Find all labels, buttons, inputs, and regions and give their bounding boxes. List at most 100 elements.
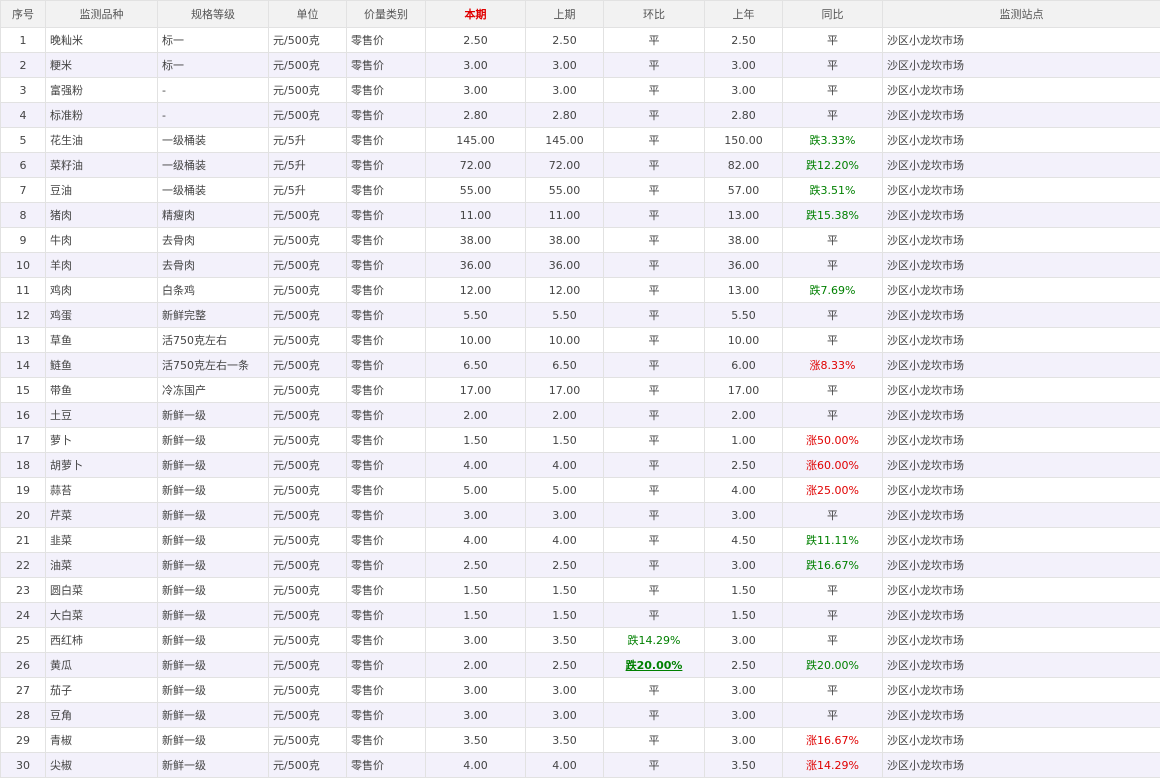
- table-row: 23圆白菜新鲜一级元/500克零售价1.501.50平1.50平沙区小龙坎市场: [1, 578, 1160, 603]
- cell-item: 油菜: [46, 553, 158, 578]
- mom-change: 平: [649, 284, 660, 297]
- cell-yoy: 平: [783, 328, 883, 353]
- table-row: 26黄瓜新鲜一级元/500克零售价2.002.50跌20.00%2.50跌20.…: [1, 653, 1160, 678]
- table-row: 16土豆新鲜一级元/500克零售价2.002.00平2.00平沙区小龙坎市场: [1, 403, 1160, 428]
- cell-yoy: 平: [783, 403, 883, 428]
- cell-site: 沙区小龙坎市场: [883, 628, 1160, 653]
- cell-previous: 1.50: [526, 578, 604, 603]
- cell-spec: 新鲜一级: [158, 478, 269, 503]
- cell-last-year: 2.80: [705, 103, 783, 128]
- cell-price-type: 零售价: [347, 603, 426, 628]
- yoy-change: 涨16.67%: [806, 734, 859, 747]
- cell-spec: 新鲜一级: [158, 403, 269, 428]
- cell-last-year: 3.00: [705, 678, 783, 703]
- table-row: 25西红柿新鲜一级元/500克零售价3.003.50跌14.29%3.00平沙区…: [1, 628, 1160, 653]
- cell-mom: 平: [604, 153, 705, 178]
- cell-previous: 12.00: [526, 278, 604, 303]
- cell-item: 土豆: [46, 403, 158, 428]
- yoy-change: 平: [827, 84, 838, 97]
- cell-last-year: 82.00: [705, 153, 783, 178]
- cell-no: 1: [1, 28, 46, 53]
- cell-yoy: 平: [783, 678, 883, 703]
- cell-item: 富强粉: [46, 78, 158, 103]
- cell-previous: 4.00: [526, 753, 604, 778]
- table-row: 2粳米标一元/500克零售价3.003.00平3.00平沙区小龙坎市场: [1, 53, 1160, 78]
- cell-spec: 新鲜一级: [158, 453, 269, 478]
- cell-item: 青椒: [46, 728, 158, 753]
- cell-mom: 平: [604, 428, 705, 453]
- col-header-mom: 环比: [604, 1, 705, 28]
- cell-site: 沙区小龙坎市场: [883, 403, 1160, 428]
- table-row: 14鲢鱼活750克左右一条元/500克零售价6.506.50平6.00涨8.33…: [1, 353, 1160, 378]
- mom-change: 平: [649, 384, 660, 397]
- table-row: 20芹菜新鲜一级元/500克零售价3.003.00平3.00平沙区小龙坎市场: [1, 503, 1160, 528]
- cell-previous: 5.00: [526, 478, 604, 503]
- cell-mom: 平: [604, 678, 705, 703]
- cell-yoy: 跌20.00%: [783, 653, 883, 678]
- cell-item: 萝卜: [46, 428, 158, 453]
- cell-unit: 元/500克: [269, 403, 347, 428]
- cell-site: 沙区小龙坎市场: [883, 28, 1160, 53]
- cell-no: 6: [1, 153, 46, 178]
- cell-mom: 跌14.29%: [604, 628, 705, 653]
- cell-spec: 新鲜一级: [158, 653, 269, 678]
- cell-last-year: 3.00: [705, 728, 783, 753]
- cell-mom: 平: [604, 128, 705, 153]
- mom-change: 平: [649, 684, 660, 697]
- cell-mom: 平: [604, 753, 705, 778]
- col-header-spec: 规格等级: [158, 1, 269, 28]
- mom-change: 平: [649, 209, 660, 222]
- cell-yoy: 平: [783, 103, 883, 128]
- mom-change: 平: [649, 484, 660, 497]
- cell-price-type: 零售价: [347, 578, 426, 603]
- cell-yoy: 平: [783, 378, 883, 403]
- cell-current: 1.50: [426, 578, 526, 603]
- cell-last-year: 36.00: [705, 253, 783, 278]
- yoy-change: 平: [827, 634, 838, 647]
- cell-last-year: 10.00: [705, 328, 783, 353]
- cell-yoy: 平: [783, 578, 883, 603]
- yoy-change: 涨25.00%: [806, 484, 859, 497]
- cell-unit: 元/500克: [269, 753, 347, 778]
- cell-unit: 元/500克: [269, 553, 347, 578]
- cell-previous: 6.50: [526, 353, 604, 378]
- cell-site: 沙区小龙坎市场: [883, 303, 1160, 328]
- col-header-no: 序号: [1, 1, 46, 28]
- yoy-change: 跌12.20%: [806, 159, 859, 172]
- cell-unit: 元/500克: [269, 228, 347, 253]
- cell-unit: 元/500克: [269, 78, 347, 103]
- cell-site: 沙区小龙坎市场: [883, 378, 1160, 403]
- mom-change: 跌20.00%: [626, 659, 683, 672]
- mom-change: 平: [649, 109, 660, 122]
- cell-item: 猪肉: [46, 203, 158, 228]
- cell-price-type: 零售价: [347, 453, 426, 478]
- cell-price-type: 零售价: [347, 253, 426, 278]
- cell-no: 11: [1, 278, 46, 303]
- cell-previous: 3.00: [526, 703, 604, 728]
- cell-yoy: 跌11.11%: [783, 528, 883, 553]
- mom-change: 平: [649, 609, 660, 622]
- cell-no: 16: [1, 403, 46, 428]
- cell-price-type: 零售价: [347, 678, 426, 703]
- cell-price-type: 零售价: [347, 478, 426, 503]
- cell-item: 羊肉: [46, 253, 158, 278]
- cell-item: 草鱼: [46, 328, 158, 353]
- cell-no: 13: [1, 328, 46, 353]
- cell-last-year: 3.00: [705, 628, 783, 653]
- cell-item: 粳米: [46, 53, 158, 78]
- cell-no: 10: [1, 253, 46, 278]
- cell-site: 沙区小龙坎市场: [883, 328, 1160, 353]
- cell-mom: 平: [604, 353, 705, 378]
- yoy-change: 平: [827, 584, 838, 597]
- cell-site: 沙区小龙坎市场: [883, 603, 1160, 628]
- cell-price-type: 零售价: [347, 153, 426, 178]
- mom-change: 平: [649, 759, 660, 772]
- cell-unit: 元/500克: [269, 678, 347, 703]
- cell-current: 4.00: [426, 753, 526, 778]
- cell-unit: 元/5升: [269, 153, 347, 178]
- table-row: 29青椒新鲜一级元/500克零售价3.503.50平3.00涨16.67%沙区小…: [1, 728, 1160, 753]
- cell-price-type: 零售价: [347, 403, 426, 428]
- cell-site: 沙区小龙坎市场: [883, 178, 1160, 203]
- cell-price-type: 零售价: [347, 528, 426, 553]
- cell-price-type: 零售价: [347, 628, 426, 653]
